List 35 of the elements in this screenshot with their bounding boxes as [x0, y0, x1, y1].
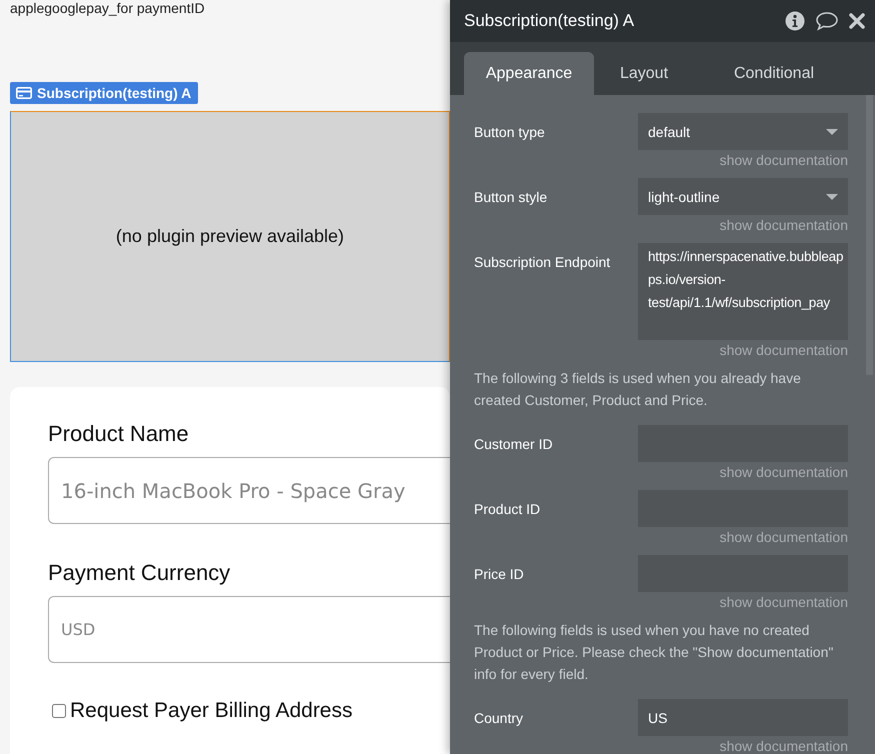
- caret-icon: [826, 194, 838, 200]
- input-field[interactable]: USD: [48, 596, 450, 663]
- text-area[interactable]: https://innerspacenative.bubbleapps.io/version-test/api/1.1/wf/subscription_pay: [638, 243, 848, 340]
- property-label: Customer ID: [474, 435, 554, 452]
- tab[interactable]: Conditional: [694, 52, 854, 95]
- info-icon[interactable]: [785, 11, 805, 31]
- input-field[interactable]: US: [638, 699, 848, 736]
- dropdown[interactable]: light-outline: [638, 178, 848, 215]
- checkbox[interactable]: [52, 704, 66, 718]
- scrollbar[interactable]: [866, 95, 873, 375]
- tab[interactable]: Appearance: [464, 52, 594, 95]
- credit-card-icon: [16, 87, 32, 99]
- checkbox-label: Request Payer Billing Address: [70, 699, 352, 723]
- comment-icon[interactable]: [815, 11, 839, 31]
- element-tag[interactable]: Subscription(testing) A: [10, 82, 198, 104]
- close-icon[interactable]: [849, 13, 865, 29]
- caret-icon: [826, 128, 838, 134]
- preview-text: (no plugin preview available): [116, 226, 344, 247]
- property-label: Subscription Endpoint: [474, 253, 612, 270]
- tab[interactable]: Layout: [594, 52, 694, 95]
- plugin-preview[interactable]: (no plugin preview available): [10, 111, 450, 362]
- property-label: Product ID: [474, 500, 542, 518]
- note-text: The following 3 fields is used when you already have created Customer, Product and Price.: [474, 369, 802, 410]
- property-label: Button style: [474, 188, 548, 205]
- property-label: Price ID: [474, 565, 525, 582]
- property-label: Country: [474, 709, 524, 726]
- panel-title: Subscription(testing) A: [464, 11, 636, 31]
- field-label: Payment Currency: [48, 560, 232, 586]
- dropdown[interactable]: default: [638, 113, 848, 150]
- field-label: Product Name: [48, 421, 190, 447]
- element-tag-label: Subscription(testing) A: [37, 85, 192, 101]
- property-label: Button type: [474, 123, 546, 140]
- element-caption: applegooglepay_for paymentID: [10, 0, 205, 16]
- input-field[interactable]: 16-inch MacBook Pro - Space Gray: [48, 457, 450, 524]
- note-text: The following fields is used when you have no created Product or Price. Please check the "Show documentation" info for every field.: [474, 621, 834, 684]
